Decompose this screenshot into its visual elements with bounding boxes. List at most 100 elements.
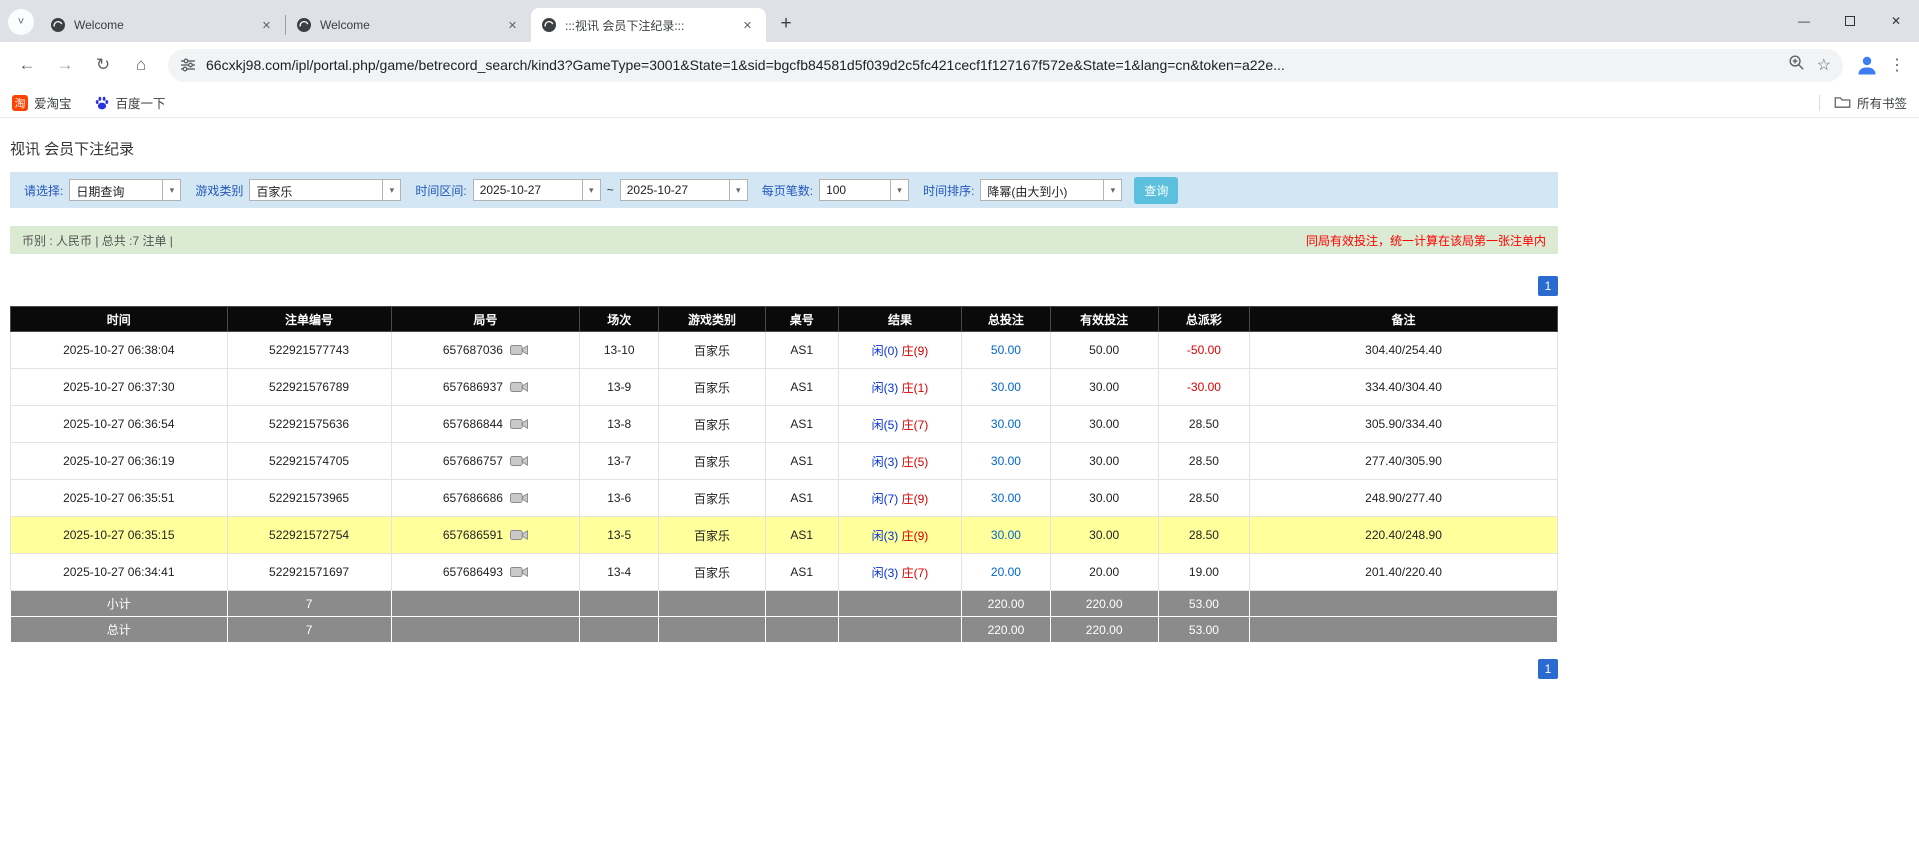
video-replay-icon[interactable] [510, 417, 528, 431]
back-button[interactable]: ← [10, 48, 44, 82]
column-header: 时间 [11, 307, 228, 332]
table-row: 2025-10-27 06:38:04522921577743657687036… [11, 332, 1558, 369]
dropdown-arrow-icon[interactable]: ▾ [890, 180, 908, 200]
page-content: 视讯 会员下注纪录 请选择: 日期查询 ▾ 游戏类别 百家乐 ▾ 时间区间: 2… [10, 138, 1558, 679]
total-bet-link[interactable]: 20.00 [991, 565, 1021, 579]
cell-remark: 220.40/248.90 [1250, 517, 1558, 554]
table-body: 2025-10-27 06:38:04522921577743657687036… [11, 332, 1558, 643]
cell-valid-bet: 50.00 [1050, 332, 1158, 369]
video-replay-icon[interactable] [510, 528, 528, 542]
dropdown-arrow-icon[interactable]: ▾ [382, 180, 400, 200]
result-banker: 庄(9) [902, 344, 929, 358]
info-bar: 币别 : 人民币 | 总共 :7 注单 | 同局有效投注，统一计算在该局第一张注… [10, 226, 1558, 254]
total-bet-link[interactable]: 30.00 [991, 528, 1021, 542]
cell-table-no: AS1 [765, 554, 838, 591]
tab-strip: ˅ Welcome ✕ Welcome ✕ :::视讯 会员下注纪录::: ✕ … [0, 0, 1919, 42]
cell-result: 闲(3) 庄(5) [838, 443, 962, 480]
table-row: 2025-10-27 06:35:51522921573965657686686… [11, 480, 1558, 517]
footer-empty-cell [838, 591, 962, 617]
minimize-button[interactable]: — [1781, 0, 1827, 42]
page-number-button[interactable]: 1 [1538, 276, 1558, 296]
footer-empty-cell [391, 591, 580, 617]
dropdown-arrow-icon[interactable]: ▾ [1103, 180, 1121, 200]
address-bar[interactable]: 66cxkj98.com/ipl/portal.php/game/betreco… [168, 49, 1843, 82]
browser-menu-icon[interactable]: ⋮ [1883, 55, 1911, 75]
all-bookmarks[interactable]: 所有书签 [1819, 93, 1907, 112]
total-bet-link[interactable]: 30.00 [991, 380, 1021, 394]
cell-total-bet: 30.00 [962, 406, 1050, 443]
cell-table-no: AS1 [765, 480, 838, 517]
cell-result: 闲(7) 庄(9) [838, 480, 962, 517]
table-footer-row: 小计7220.00220.0053.00 [11, 591, 1558, 617]
table-header-row: 时间注单编号局号场次游戏类别桌号结果总投注有效投注总派彩备注 [11, 307, 1558, 332]
tab-close-icon[interactable]: ✕ [258, 17, 275, 34]
video-replay-icon[interactable] [510, 565, 528, 579]
result-banker: 庄(9) [902, 492, 929, 506]
video-replay-icon[interactable] [510, 491, 528, 505]
page-size-value: 100 [820, 180, 890, 200]
tab-search-button[interactable]: ˅ [8, 9, 34, 35]
home-button[interactable]: ⌂ [124, 48, 158, 82]
video-replay-icon[interactable] [510, 343, 528, 357]
table-row: 2025-10-27 06:37:30522921576789657686937… [11, 369, 1558, 406]
cell-round-id: 657686493 [391, 554, 580, 591]
cell-result: 闲(3) 庄(9) [838, 517, 962, 554]
cell-order-id: 522921576789 [227, 369, 391, 406]
zoom-icon[interactable] [1788, 54, 1805, 76]
game-type-label: 游戏类别 [195, 182, 243, 199]
address-bar-actions: ☆ [1788, 54, 1831, 76]
sort-order-value: 降幂(由大到小) [981, 180, 1103, 200]
tab-welcome-1[interactable]: Welcome ✕ [40, 8, 285, 42]
footer-payout: 53.00 [1158, 617, 1249, 643]
taobao-icon: 淘 [12, 95, 28, 111]
pagination-bottom: 1 [10, 659, 1558, 679]
page-size-select[interactable]: 100 ▾ [819, 179, 909, 201]
maximize-button[interactable] [1827, 0, 1873, 42]
new-tab-button[interactable]: + [772, 10, 800, 38]
page-number-button[interactable]: 1 [1538, 659, 1558, 679]
total-bet-link[interactable]: 50.00 [991, 343, 1021, 357]
dropdown-arrow-icon[interactable]: ▾ [162, 180, 180, 200]
result-banker: 庄(7) [902, 566, 929, 580]
video-replay-icon[interactable] [510, 454, 528, 468]
total-bet-link[interactable]: 30.00 [991, 454, 1021, 468]
cell-game-type: 百家乐 [659, 480, 766, 517]
cell-table-no: AS1 [765, 406, 838, 443]
reload-button[interactable]: ↻ [86, 48, 120, 82]
tab-close-icon[interactable]: ✕ [504, 17, 521, 34]
date-from-select[interactable]: 2025-10-27 ▾ [473, 179, 601, 201]
close-window-button[interactable]: ✕ [1873, 0, 1919, 42]
search-button[interactable]: 查询 [1134, 177, 1178, 204]
cell-total-bet: 50.00 [962, 332, 1050, 369]
tab-welcome-2[interactable]: Welcome ✕ [286, 8, 531, 42]
cell-table-no: AS1 [765, 517, 838, 554]
forward-button[interactable]: → [48, 48, 82, 82]
game-type-select[interactable]: 百家乐 ▾ [249, 179, 401, 201]
sort-order-select[interactable]: 降幂(由大到小) ▾ [980, 179, 1122, 201]
bookmark-aitaobao[interactable]: 淘 爱淘宝 [12, 93, 72, 112]
cell-total-bet: 30.00 [962, 369, 1050, 406]
dropdown-arrow-icon[interactable]: ▾ [729, 180, 747, 200]
date-to-select[interactable]: 2025-10-27 ▾ [620, 179, 748, 201]
result-banker: 庄(7) [902, 418, 929, 432]
all-bookmarks-label: 所有书签 [1857, 93, 1907, 112]
query-type-select[interactable]: 日期查询 ▾ [69, 179, 181, 201]
cell-session: 13-8 [580, 406, 659, 443]
total-bet-link[interactable]: 30.00 [991, 491, 1021, 505]
profile-avatar[interactable] [1851, 49, 1883, 81]
footer-empty-cell [838, 617, 962, 643]
bookmark-baidu[interactable]: 百度一下 [94, 93, 166, 112]
cell-total-bet: 30.00 [962, 480, 1050, 517]
cell-game-type: 百家乐 [659, 369, 766, 406]
total-bet-link[interactable]: 30.00 [991, 417, 1021, 431]
tab-close-icon[interactable]: ✕ [739, 17, 756, 34]
tab-bet-record-active[interactable]: :::视讯 会员下注纪录::: ✕ [531, 8, 766, 42]
dropdown-arrow-icon[interactable]: ▾ [582, 180, 600, 200]
site-favicon-icon [296, 17, 312, 33]
cell-valid-bet: 30.00 [1050, 517, 1158, 554]
cell-session: 13-7 [580, 443, 659, 480]
video-replay-icon[interactable] [510, 380, 528, 394]
column-header: 备注 [1250, 307, 1558, 332]
bookmark-star-icon[interactable]: ☆ [1817, 55, 1831, 75]
tune-icon[interactable] [180, 57, 196, 73]
